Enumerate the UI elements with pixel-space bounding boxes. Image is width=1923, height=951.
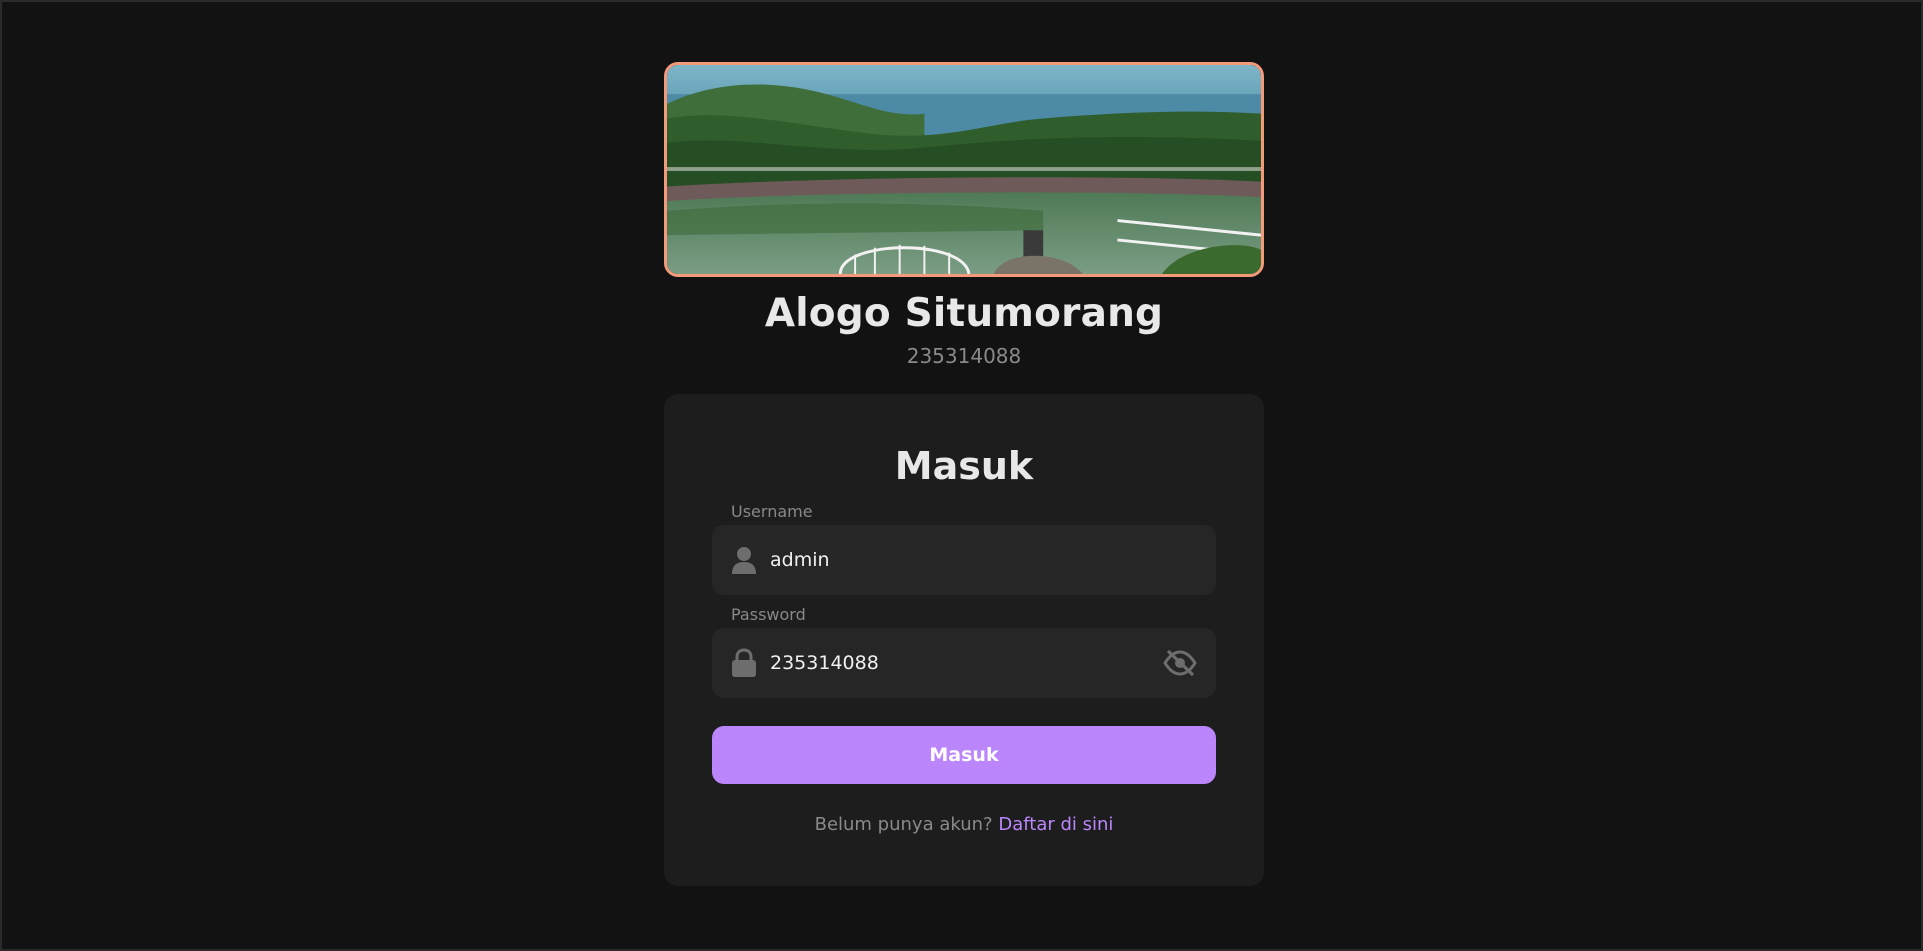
login-column: Alogo Situmorang 235314088 Masuk Usernam… [664,62,1264,886]
profile-banner-image [664,62,1264,277]
login-title: Masuk [894,444,1034,488]
password-input[interactable] [770,652,1162,674]
register-prompt-line: Belum punya akun? Daftar di sini [815,814,1114,835]
login-submit-button[interactable]: Masuk [712,726,1216,784]
password-field [712,628,1216,698]
user-icon [730,545,758,575]
username-group: Username [712,502,1216,605]
register-prompt-text: Belum punya akun? [814,814,993,835]
password-group: Password [712,605,1216,708]
username-label: Username [731,502,813,521]
register-link[interactable]: Daftar di sini [998,814,1113,835]
profile-id: 235314088 [906,344,1022,368]
lock-icon [730,648,758,678]
username-input[interactable] [770,549,1198,571]
eye-slash-icon[interactable] [1162,648,1198,678]
login-page: Alogo Situmorang 235314088 Masuk Usernam… [0,0,1923,951]
password-label: Password [731,605,806,624]
landscape-photo [667,65,1261,274]
username-field [712,525,1216,595]
profile-name: Alogo Situmorang [764,291,1164,336]
login-card: Masuk Username Password [664,394,1264,886]
